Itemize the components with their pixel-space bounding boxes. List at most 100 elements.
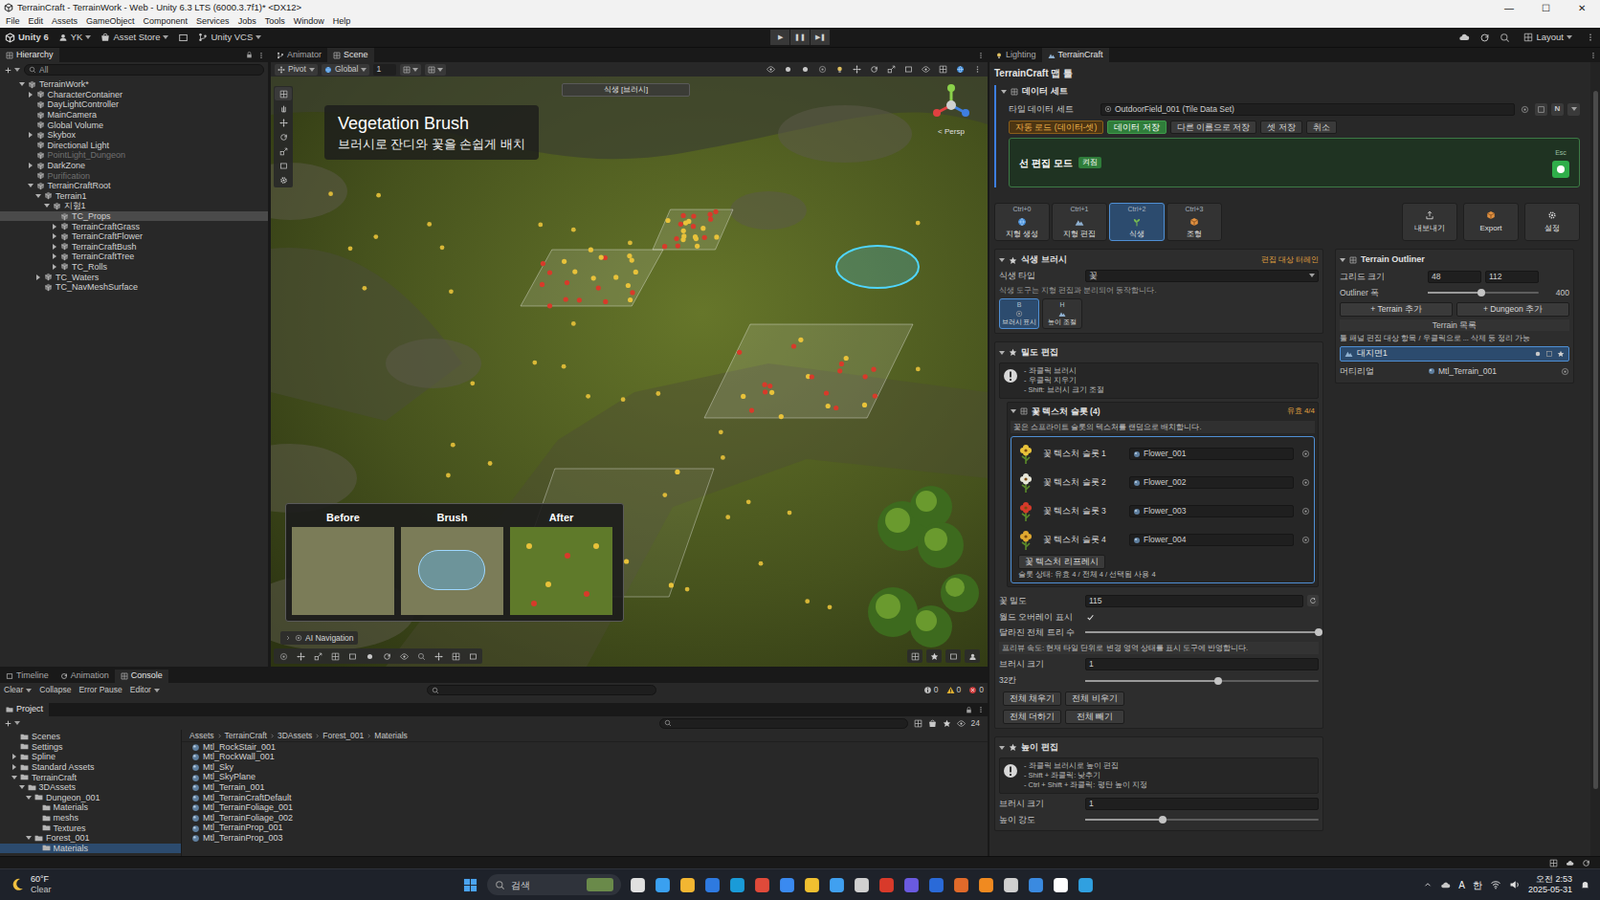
play-control-button[interactable]: ▶ (770, 29, 790, 45)
taskbar-search[interactable]: 검색 (487, 874, 622, 896)
overlay-button[interactable] (447, 649, 464, 664)
menu-item[interactable]: Jobs (238, 15, 257, 28)
tool-button[interactable] (274, 87, 292, 101)
scene-toolbar-button[interactable] (953, 64, 967, 76)
texture-field[interactable]: Flower_003 (1129, 505, 1294, 518)
folder-item[interactable]: TerrainCraft (0, 772, 181, 783)
brush-size-field[interactable]: 1 (1085, 658, 1319, 671)
expanded-arrow-icon[interactable] (25, 836, 32, 841)
texture-field[interactable]: Flower_004 (1129, 533, 1294, 547)
play-control-button[interactable]: ❚❚ (790, 29, 810, 45)
project-search-field[interactable] (659, 718, 909, 730)
taskbar-app-icon[interactable] (704, 877, 721, 894)
texture-slot[interactable]: 꽃 텍스처 슬롯 3Flower_003 (1014, 497, 1312, 527)
overlay-button[interactable] (907, 649, 923, 664)
log-count[interactable]: 0 (946, 684, 962, 697)
collapsed-arrow-icon[interactable] (52, 223, 57, 230)
fill-button[interactable]: 전체 빼기 (1065, 710, 1124, 725)
ai-navigation-overlay[interactable]: AI Navigation (280, 631, 358, 645)
log-count[interactable]: 0 (923, 684, 939, 697)
menu-button[interactable] (1567, 103, 1580, 116)
breadcrumb-item[interactable]: 3DAssets (277, 730, 312, 742)
scene-toolbar-button[interactable] (935, 64, 950, 76)
add-button[interactable] (3, 719, 21, 729)
window-control-button[interactable]: — (1490, 0, 1528, 16)
project-tab[interactable]: Project (0, 703, 49, 717)
dataset-button[interactable]: 데이터 저장 (1107, 120, 1166, 135)
action-button[interactable]: Export (1463, 202, 1519, 242)
scene-toolbar-button[interactable] (849, 64, 864, 76)
overlay-button[interactable] (327, 649, 343, 664)
expanded-arrow-icon[interactable] (27, 183, 34, 188)
texture-slot[interactable]: 꽃 텍스처 슬롯 1Flower_001 (1014, 440, 1312, 469)
hierarchy-item[interactable]: TerrainCraftRoot (0, 180, 268, 192)
section-header[interactable]: 밀도 편집 (999, 346, 1319, 360)
expanded-arrow-icon[interactable] (1000, 89, 1007, 94)
space-dropdown[interactable]: Global (321, 64, 371, 76)
folder-item[interactable]: Forest_001 (0, 833, 181, 845)
ime-language[interactable]: 한 (1472, 878, 1483, 893)
fill-button[interactable]: 전체 비우기 (1065, 691, 1124, 707)
folder-item[interactable]: 3DAssets (0, 782, 181, 794)
mode-button[interactable]: Ctrl+2식생 (1109, 202, 1165, 242)
reset-button[interactable] (1307, 595, 1319, 607)
dataset-field[interactable]: OutdoorField_001 (Tile Data Set) (1100, 103, 1515, 116)
panel-tab[interactable]: Lighting (989, 47, 1043, 63)
add-dungeon-button[interactable]: + Dungeon 추가 (1456, 302, 1570, 317)
hierarchy-item[interactable]: 지형1 (0, 200, 268, 212)
overlay-button[interactable] (926, 649, 942, 664)
action-button[interactable]: 설정 (1524, 202, 1580, 242)
user-button[interactable]: YK (58, 30, 92, 45)
taskbar-app-icon[interactable] (853, 877, 870, 894)
collapsed-arrow-icon[interactable] (28, 162, 33, 169)
dataset-button[interactable]: 자동 로드 (데이터-셋) (1008, 120, 1104, 135)
brush-size-field[interactable]: 1 (1085, 798, 1319, 811)
dataset-button[interactable]: 취소 (1306, 120, 1337, 135)
scene-toolbar-button[interactable] (763, 64, 778, 76)
taskbar-app-icon[interactable] (1052, 877, 1069, 894)
new-button[interactable]: N (1551, 103, 1564, 116)
asset-item[interactable]: Mtl_SkyPlane (181, 773, 988, 784)
taskbar-app-icon[interactable] (928, 877, 945, 894)
asset-item[interactable]: Mtl_RockWall_001 (181, 753, 988, 764)
expanded-arrow-icon[interactable] (35, 194, 42, 199)
action-button[interactable]: 내보내기 (1401, 202, 1458, 242)
expanded-arrow-icon[interactable] (44, 203, 50, 208)
open-button[interactable] (1534, 103, 1548, 116)
scene-tab[interactable]: Scene (327, 47, 375, 63)
tool-button[interactable] (274, 101, 292, 115)
hierarchy-item[interactable]: Global Volume (0, 119, 268, 131)
mode-button[interactable]: Ctrl+1지형 편집 (1051, 202, 1108, 242)
texture-slot[interactable]: 꽃 텍스처 슬롯 2Flower_002 (1014, 468, 1312, 498)
asset-item[interactable]: Mtl_Terrain_001 (181, 782, 988, 794)
hierarchy-item[interactable]: TerrainCraftGrass (0, 221, 268, 232)
vegetation-type-dropdown[interactable]: 꽃 (1085, 269, 1319, 283)
scene-tab[interactable]: Animator (270, 47, 328, 63)
overlay-button[interactable] (465, 649, 481, 664)
slider-track[interactable] (1427, 288, 1539, 298)
expanded-arrow-icon[interactable] (999, 746, 1005, 751)
scene-toolbar-button[interactable] (884, 64, 898, 76)
overlay-button[interactable] (378, 649, 395, 664)
section-header[interactable]: Terrain Outliner (1339, 253, 1570, 267)
pick-button[interactable] (1299, 534, 1312, 547)
asset-item[interactable]: Mtl_TerrainProp_001 (181, 823, 988, 835)
tool-button[interactable] (274, 173, 292, 187)
log-count[interactable]: 0 (968, 684, 984, 697)
collapsed-arrow-icon[interactable] (28, 91, 33, 98)
input-mode[interactable]: A (1458, 878, 1466, 893)
grid-x-field[interactable]: 48 (1427, 270, 1482, 284)
fill-button[interactable]: 전체 더하기 (1002, 710, 1062, 725)
asset-item[interactable]: Mtl_TerrainCraftDefault (181, 793, 988, 804)
asset-item[interactable]: Mtl_RockStair_001 (181, 742, 988, 754)
hierarchy-item[interactable]: Directional Light (0, 140, 268, 152)
expanded-arrow-icon[interactable] (999, 258, 1005, 263)
tool-button[interactable] (274, 115, 292, 130)
folder-item[interactable]: Standard Assets (0, 762, 181, 774)
slider-thumb[interactable] (1158, 816, 1167, 824)
menu-item[interactable]: GameObject (86, 15, 135, 28)
taskbar-app-icon[interactable] (729, 877, 746, 894)
expanded-arrow-icon[interactable] (1339, 258, 1346, 263)
slider-track[interactable] (1085, 676, 1319, 687)
slider-track[interactable] (1085, 627, 1319, 638)
